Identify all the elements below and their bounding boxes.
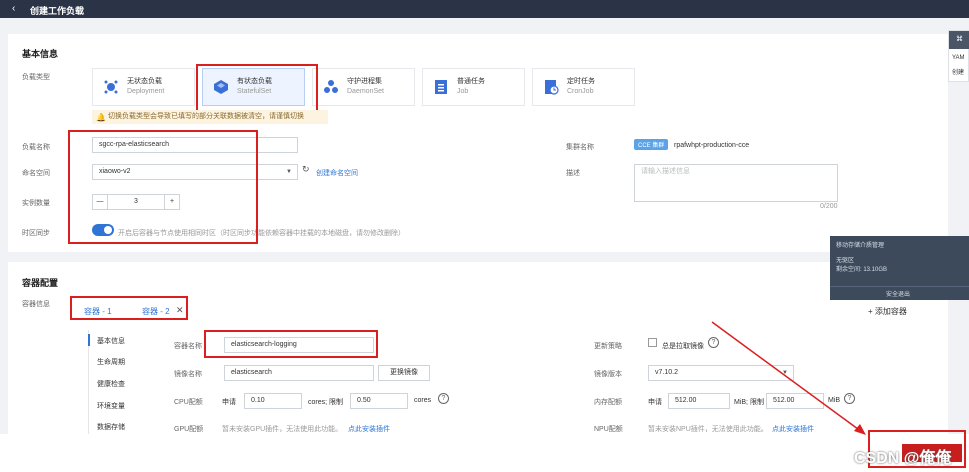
image-version-select[interactable]: v7.10.2 ▼ <box>648 365 794 381</box>
npu-desc: 暂未安装NPU插件，无法使用此功能。 <box>648 426 768 433</box>
panel-divider <box>830 286 969 287</box>
yaml-icon: ⌘ <box>949 31 969 49</box>
type-sub: Job <box>457 88 469 95</box>
container-name-label: 容器名称 <box>174 343 202 350</box>
npu-install-link[interactable]: 点此安装插件 <box>772 424 814 434</box>
workload-type-label: 负载类型 <box>22 74 50 81</box>
description-placeholder: 请输入描述信息 <box>641 168 690 175</box>
highlight-tabs <box>70 296 188 320</box>
always-pull-label: 总是拉取镜像 <box>662 343 704 350</box>
gpu-install-link[interactable]: 点此安装插件 <box>348 424 390 434</box>
panel-title: 移动存储介质管理 <box>836 243 885 249</box>
cpu-unit: cores <box>414 397 432 404</box>
type-card-job[interactable]: 普通任务 Job <box>422 68 525 106</box>
cpu-unit-limit: cores; 限制 <box>308 399 344 406</box>
mem-request-input[interactable]: 512.00 <box>668 393 730 409</box>
panel-line1: 无驱区 <box>836 258 855 264</box>
cluster-badge: CCE 集群 <box>634 139 669 150</box>
highlight-basic-fields <box>68 130 258 244</box>
always-pull-checkbox[interactable] <box>648 338 657 347</box>
type-card-deployment[interactable]: 无状态负载 Deployment <box>92 68 195 106</box>
type-sub: Deployment <box>127 88 165 95</box>
top-bar: ‹ 创建工作负载 <box>0 0 969 18</box>
highlight-statefulset <box>196 64 318 112</box>
description-label: 描述 <box>566 170 580 177</box>
memory-help-icon[interactable]: ? <box>844 393 855 404</box>
cpu-quota-label: CPU配额 <box>174 399 203 406</box>
sidebar-item-lifecycle[interactable]: 生命周期 <box>97 357 125 367</box>
refresh-icon[interactable]: ↻ <box>302 164 310 175</box>
yaml-side-tab[interactable]: ⌘ YAM 创建 <box>948 30 969 82</box>
warning-text: 切换负载类型会导致已填写的部分关联数据被清空，请谨慎切换 <box>108 113 304 120</box>
sidebar-item-storage[interactable]: 数据存储 <box>97 422 125 432</box>
mem-unit-limit: MiB; 限制 <box>734 399 764 406</box>
page-title: 创建工作负载 <box>30 6 85 16</box>
update-help-icon[interactable]: ? <box>708 337 719 348</box>
storage-manager-panel: 移动存储介质管理 无驱区 剩余空间: 13.10GB 安全退出 <box>830 236 969 300</box>
type-name: 守护进程集 <box>347 78 382 85</box>
create-namespace-link[interactable]: 创建命名空间 <box>316 168 358 178</box>
caret-down-icon: ▼ <box>286 169 292 175</box>
type-sub: DaemonSet <box>347 88 384 95</box>
change-image-button[interactable]: 更换镜像 <box>378 365 430 381</box>
description-textarea[interactable]: 请输入描述信息 <box>634 164 838 202</box>
image-version-value: v7.10.2 <box>655 369 678 376</box>
mem-request-label: 申请 <box>648 399 662 406</box>
workload-name-label: 负载名称 <box>22 144 50 151</box>
type-switch-warning: 🔔 切换负载类型会导致已填写的部分关联数据被清空，请谨慎切换 <box>92 110 328 124</box>
mem-unit: MiB <box>828 397 841 404</box>
type-sub: CronJob <box>567 88 594 95</box>
update-policy-label: 更新策略 <box>594 343 622 350</box>
cpu-request-input[interactable]: 0.10 <box>244 393 302 409</box>
description-counter: 0/200 <box>820 203 838 210</box>
type-card-cronjob[interactable]: 定时任务 CronJob <box>532 68 635 106</box>
cronjob-icon <box>545 80 559 95</box>
daemonset-icon <box>324 80 338 93</box>
cpu-request-label: 申请 <box>222 399 236 406</box>
panel-exit-button[interactable]: 安全退出 <box>886 289 910 298</box>
highlight-container-name <box>204 330 378 358</box>
gpu-quota-label: GPU配额 <box>174 426 204 433</box>
deployment-icon <box>104 80 118 94</box>
image-version-label: 镜像版本 <box>594 371 622 378</box>
namespace-label: 命名空间 <box>22 170 50 177</box>
npu-quota-label: NPU配额 <box>594 426 623 433</box>
container-config-card: 容器配置 容器信息 容器 - 1 容器 - 2 ✕ + 添加容器 基本信息 生命… <box>8 262 948 434</box>
image-name-label: 镜像名称 <box>174 371 202 378</box>
type-name: 普通任务 <box>457 78 485 85</box>
cpu-limit-input[interactable]: 0.50 <box>350 393 408 409</box>
container-config-title: 容器配置 <box>22 278 59 288</box>
timesync-label: 时区同步 <box>22 230 50 237</box>
add-container-button[interactable]: + 添加容器 <box>868 306 907 317</box>
cluster-label: 集群名称 <box>566 144 594 151</box>
yaml-tab-text1: YAM <box>952 55 965 61</box>
basic-info-title: 基本信息 <box>22 49 59 59</box>
sidebar-item-basic[interactable]: 基本信息 <box>97 336 125 346</box>
job-icon <box>435 80 447 94</box>
type-card-daemonset[interactable]: 守护进程集 DaemonSet <box>312 68 415 106</box>
mem-limit-input[interactable]: 512.00 <box>766 393 824 409</box>
caret-down-icon: ▼ <box>782 370 788 376</box>
container-info-label: 容器信息 <box>22 301 50 308</box>
warning-icon: 🔔 <box>96 113 106 122</box>
type-name: 无状态负载 <box>127 78 162 85</box>
yaml-tab-text2: 创建 <box>952 70 965 76</box>
panel-line2: 剩余空间: 13.10GB <box>836 267 888 273</box>
sidebar-item-env[interactable]: 环境变量 <box>97 401 125 411</box>
csdn-watermark: CSDN @俺俺 <box>854 450 952 467</box>
sidebar-item-health[interactable]: 健康检查 <box>97 379 125 389</box>
type-name: 定时任务 <box>567 78 595 85</box>
cpu-help-icon[interactable]: ? <box>438 393 449 404</box>
basic-info-card: 基本信息 负载类型 无状态负载 Deployment 有状态负载 Statefu… <box>8 34 948 252</box>
memory-quota-label: 内存配额 <box>594 399 622 406</box>
cluster-name: rpafwhpt-production-cce <box>674 142 750 149</box>
back-arrow-icon[interactable]: ‹ <box>12 3 15 14</box>
gpu-desc: 暂未安装GPU插件，无法使用此功能。 <box>222 426 343 433</box>
bottom-strip <box>0 434 969 472</box>
sidebar-active-bar <box>88 334 90 346</box>
instances-label: 实例数量 <box>22 200 50 207</box>
image-name-input[interactable]: elasticsearch <box>224 365 374 381</box>
